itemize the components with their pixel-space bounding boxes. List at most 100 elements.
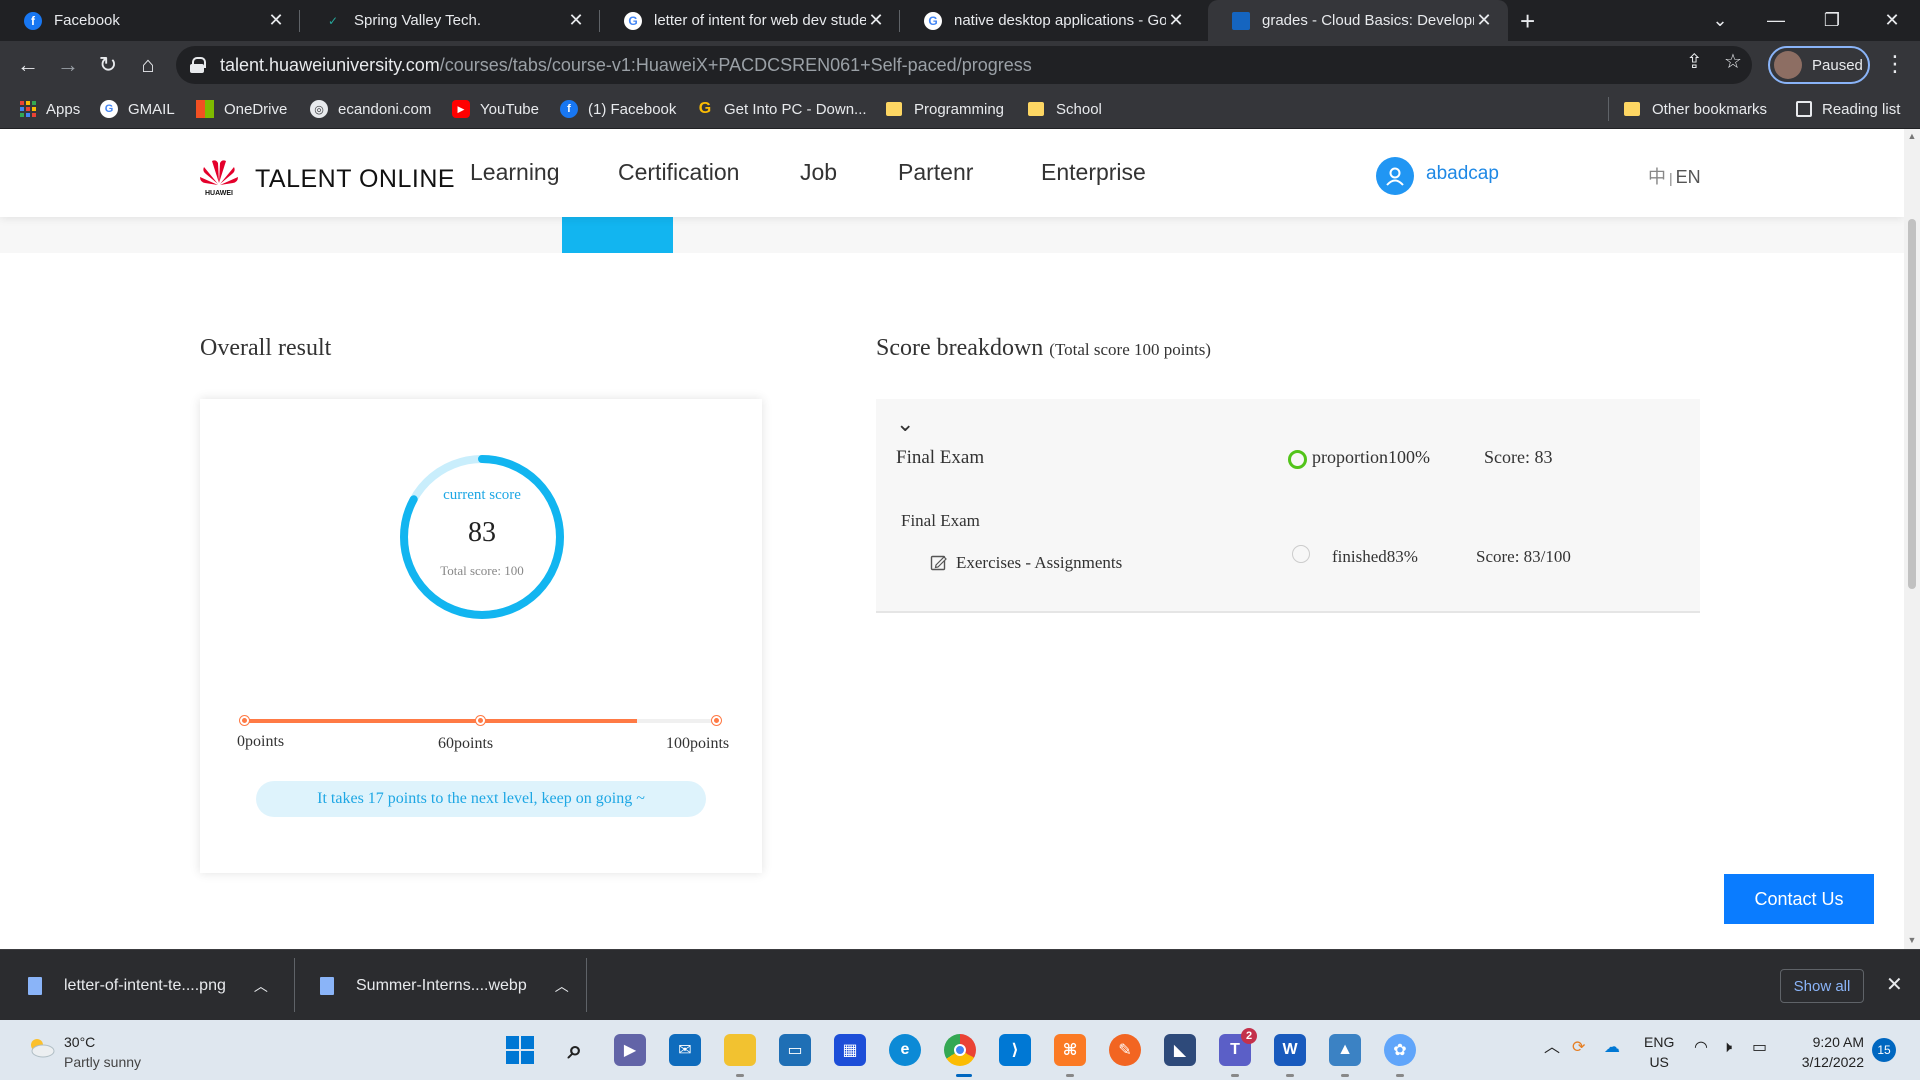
close-tab-icon[interactable]: ✕	[266, 10, 286, 31]
assignment-item-name[interactable]: Exercises - Assignments	[956, 553, 1122, 573]
file-explorer-icon[interactable]	[724, 1034, 756, 1066]
exam-group-name: Final Exam	[896, 447, 985, 468]
download-item[interactable]: letter-of-intent-te....png ︿	[28, 950, 268, 1021]
nav-certification[interactable]: Certification	[618, 159, 739, 186]
volume-muted-icon[interactable]: 🕨	[1722, 1038, 1732, 1058]
tab-search-chevron-icon[interactable]: ⌄	[1692, 0, 1748, 41]
reading-list-icon	[1796, 101, 1812, 117]
app-icon[interactable]: ◣	[1164, 1034, 1196, 1066]
tab-facebook[interactable]: f Facebook ✕	[0, 0, 300, 41]
bookmark-getintopc[interactable]: G Get Into PC - Down...	[696, 89, 867, 129]
show-hidden-icons-icon[interactable]: ︿	[1544, 1038, 1560, 1058]
tab-grades[interactable]: grades - Cloud Basics: Developm ✕	[1208, 0, 1508, 41]
xampp-icon[interactable]: ⌘	[1054, 1034, 1086, 1066]
next-level-hint: It takes 17 points to the next level, ke…	[256, 781, 706, 817]
language-switcher[interactable]: 中 | EN	[1648, 163, 1701, 189]
restore-icon[interactable]: ❐	[1804, 0, 1860, 41]
postman-icon[interactable]: ✎	[1109, 1034, 1141, 1066]
huawei-logo-icon[interactable]: HUAWEI	[198, 157, 240, 197]
reload-icon[interactable]: ↻	[92, 49, 124, 81]
nav-learning[interactable]: Learning	[470, 159, 560, 186]
close-tab-icon[interactable]: ✕	[1166, 10, 1186, 31]
profile-button[interactable]: Paused	[1768, 46, 1870, 84]
assignment-status: finished83%	[1332, 547, 1418, 566]
tab-spring-valley[interactable]: ✓ Spring Valley Tech. ✕	[300, 0, 600, 41]
user-icon[interactable]	[1376, 157, 1414, 195]
scroll-up-icon[interactable]: ▲	[1907, 131, 1917, 141]
photos-icon[interactable]: ▲	[1329, 1034, 1361, 1066]
battery-icon[interactable]: ▭	[1752, 1038, 1767, 1058]
chat-icon[interactable]: ▶	[614, 1034, 646, 1066]
close-tab-icon[interactable]: ✕	[866, 10, 886, 31]
nav-enterprise[interactable]: Enterprise	[1041, 159, 1146, 186]
sync-icon[interactable]: ⟳	[1572, 1038, 1585, 1058]
close-tab-icon[interactable]: ✕	[1474, 10, 1494, 31]
url-host: talent.huaweiuniversity.com	[220, 54, 440, 75]
active-tab-indicator[interactable]	[562, 217, 673, 253]
bookmark-facebook[interactable]: f (1) Facebook	[560, 89, 676, 129]
edge-icon[interactable]: e	[889, 1034, 921, 1066]
chrome-icon[interactable]	[944, 1034, 976, 1066]
windows-icon	[196, 100, 214, 118]
bookmark-other-bookmarks[interactable]: Other bookmarks	[1624, 89, 1767, 129]
download-item[interactable]: Summer-Interns....webp ︿	[320, 950, 569, 1021]
apps-grid-icon	[20, 101, 36, 117]
username-link[interactable]: abadcap	[1426, 163, 1499, 185]
scroll-thumb[interactable]	[1908, 219, 1916, 589]
windows-start-icon[interactable]	[504, 1034, 536, 1066]
close-tab-icon[interactable]: ✕	[566, 10, 586, 31]
bookmark-star-icon[interactable]: ☆	[1724, 49, 1742, 74]
new-tab-icon[interactable]: +	[1520, 6, 1535, 37]
chevron-up-icon[interactable]: ︿	[555, 976, 569, 996]
exam-sub-heading: Final Exam	[901, 511, 980, 530]
collapse-chevron-icon[interactable]: ⌄	[896, 411, 914, 437]
paint-icon[interactable]: ✿	[1384, 1034, 1416, 1066]
tab-letter-of-intent[interactable]: G letter of intent for web dev stude ✕	[600, 0, 900, 41]
bookmark-folder-programming[interactable]: Programming	[886, 89, 1004, 129]
desktop-icon[interactable]: ▭	[779, 1034, 811, 1066]
store-icon[interactable]: ▦	[834, 1034, 866, 1066]
bookmark-ecandoni[interactable]: ◎ ecandoni.com	[310, 89, 431, 129]
language-indicator[interactable]: ENG US	[1644, 1032, 1674, 1072]
home-icon[interactable]: ⌂	[132, 49, 164, 81]
browser-toolbar: ← → ↻ ⌂ talent.huaweiuniversity.com/cour…	[0, 41, 1920, 89]
word-icon[interactable]: W	[1274, 1034, 1306, 1066]
facebook-icon: f	[560, 100, 578, 118]
wifi-icon[interactable]: ◠	[1694, 1038, 1708, 1058]
close-shelf-icon[interactable]: ✕	[1886, 972, 1903, 997]
bookmarks-bar: Apps G GMAIL OneDrive ◎ ecandoni.com ▶ Y…	[0, 89, 1920, 129]
tab-native-desktop[interactable]: G native desktop applications - Goo ✕	[900, 0, 1200, 41]
show-all-downloads-button[interactable]: Show all	[1780, 969, 1864, 1003]
bookmark-reading-list[interactable]: Reading list	[1796, 89, 1900, 129]
clock[interactable]: 9:20 AM 3/12/2022	[1790, 1032, 1864, 1072]
vscode-icon[interactable]: ⟩	[999, 1034, 1031, 1066]
forward-icon[interactable]: →	[52, 49, 84, 81]
partly-sunny-icon[interactable]	[26, 1036, 56, 1058]
scroll-down-icon[interactable]: ▼	[1907, 935, 1917, 945]
menu-kebab-icon[interactable]: ⋮	[1884, 51, 1906, 77]
bookmark-apps[interactable]: Apps	[20, 89, 80, 129]
address-bar[interactable]: talent.huaweiuniversity.com/courses/tabs…	[176, 46, 1752, 84]
nav-partner[interactable]: Partenr	[898, 159, 973, 186]
back-icon[interactable]: ←	[12, 49, 44, 81]
minimize-icon[interactable]: —	[1748, 0, 1804, 41]
bookmark-onedrive[interactable]: OneDrive	[196, 89, 287, 129]
teams-icon[interactable]: T2	[1219, 1028, 1257, 1066]
notification-count-badge[interactable]: 15	[1872, 1038, 1896, 1062]
onedrive-icon[interactable]: ☁	[1604, 1038, 1620, 1058]
weather-widget[interactable]: 30°C Partly sunny	[64, 1032, 141, 1072]
close-window-icon[interactable]: ✕	[1864, 0, 1920, 41]
mail-icon[interactable]: ✉	[669, 1034, 701, 1066]
contact-us-button[interactable]: Contact Us	[1724, 874, 1874, 924]
search-icon[interactable]: ⌕	[559, 1034, 591, 1066]
bookmark-youtube[interactable]: ▶ YouTube	[452, 89, 539, 129]
bookmark-gmail[interactable]: G GMAIL	[100, 89, 175, 129]
share-icon[interactable]: ⇪	[1686, 49, 1703, 74]
chevron-up-icon[interactable]: ︿	[254, 976, 268, 996]
brand-title[interactable]: TALENT ONLINE	[255, 165, 455, 194]
getintopc-icon: G	[698, 100, 712, 117]
nav-job[interactable]: Job	[800, 159, 837, 186]
page-scrollbar[interactable]: ▲ ▼	[1904, 129, 1920, 949]
item-status-icon	[1292, 545, 1310, 563]
bookmark-folder-school[interactable]: School	[1028, 89, 1102, 129]
